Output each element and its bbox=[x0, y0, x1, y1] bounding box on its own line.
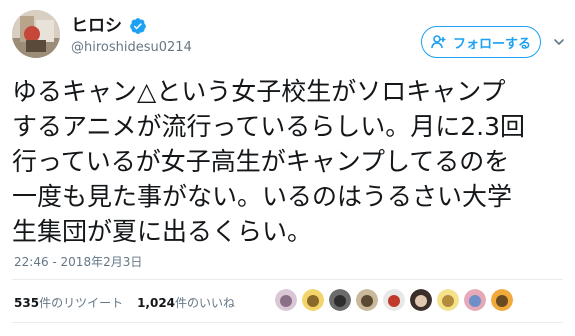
tweet-card: ヒロシ @hiroshidesu0214 フォローする ゆるキャン△という女子校… bbox=[0, 0, 575, 336]
follow-user-icon bbox=[431, 35, 446, 49]
divider bbox=[12, 279, 563, 280]
liker-avatar[interactable] bbox=[437, 289, 459, 311]
verified-badge-icon bbox=[130, 18, 146, 34]
tweet-text-line: するアニメが流行っているらしい。月に2.3回 bbox=[12, 112, 526, 141]
user-handle[interactable]: @hiroshidesu0214 bbox=[71, 40, 192, 56]
liker-avatar[interactable] bbox=[329, 289, 351, 311]
follow-button[interactable]: フォローする bbox=[421, 26, 541, 58]
liker-avatar[interactable] bbox=[491, 289, 513, 311]
liker-avatar[interactable] bbox=[383, 289, 405, 311]
likes-label: 件のいいね bbox=[175, 296, 236, 310]
liker-avatar[interactable] bbox=[410, 289, 432, 311]
tweet-timestamp[interactable]: 22:46 - 2018年2月3日 bbox=[14, 253, 142, 270]
avatar[interactable] bbox=[12, 10, 60, 58]
liker-avatar[interactable] bbox=[464, 289, 486, 311]
display-name[interactable]: ヒロシ bbox=[71, 16, 122, 36]
tweet-text: ゆるキャン△という女子校生がソロキャンプ するアニメが流行っているらしい。月に2… bbox=[12, 74, 568, 249]
engagement-stats: 535件のリツイート 1,024件のいいね bbox=[14, 294, 235, 311]
liker-avatar[interactable] bbox=[302, 289, 324, 311]
follow-button-label: フォローする bbox=[452, 36, 531, 52]
retweets-count: 535 bbox=[14, 296, 40, 310]
retweets-label: 件のリツイート bbox=[39, 296, 124, 310]
tweet-text-line: ゆるキャン△という女子校生がソロキャンプ bbox=[12, 77, 506, 106]
likes-count: 1,024 bbox=[137, 296, 176, 310]
liker-avatar[interactable] bbox=[275, 289, 297, 311]
tweet-text-line: 一度も見た事がない。いるのはうるさい大学 bbox=[12, 182, 513, 211]
tweet-text-line: 生集団が夏に出るくらい。 bbox=[12, 217, 313, 246]
liker-avatar[interactable] bbox=[356, 289, 378, 311]
chevron-down-icon[interactable] bbox=[553, 36, 565, 48]
divider bbox=[12, 322, 563, 323]
liker-avatars bbox=[275, 289, 513, 311]
tweet-text-line: 行っているが女子高生がキャンプしてるのを bbox=[12, 147, 510, 176]
likes-stat[interactable]: 1,024件のいいね bbox=[137, 294, 235, 311]
retweets-stat[interactable]: 535件のリツイート bbox=[14, 294, 123, 311]
